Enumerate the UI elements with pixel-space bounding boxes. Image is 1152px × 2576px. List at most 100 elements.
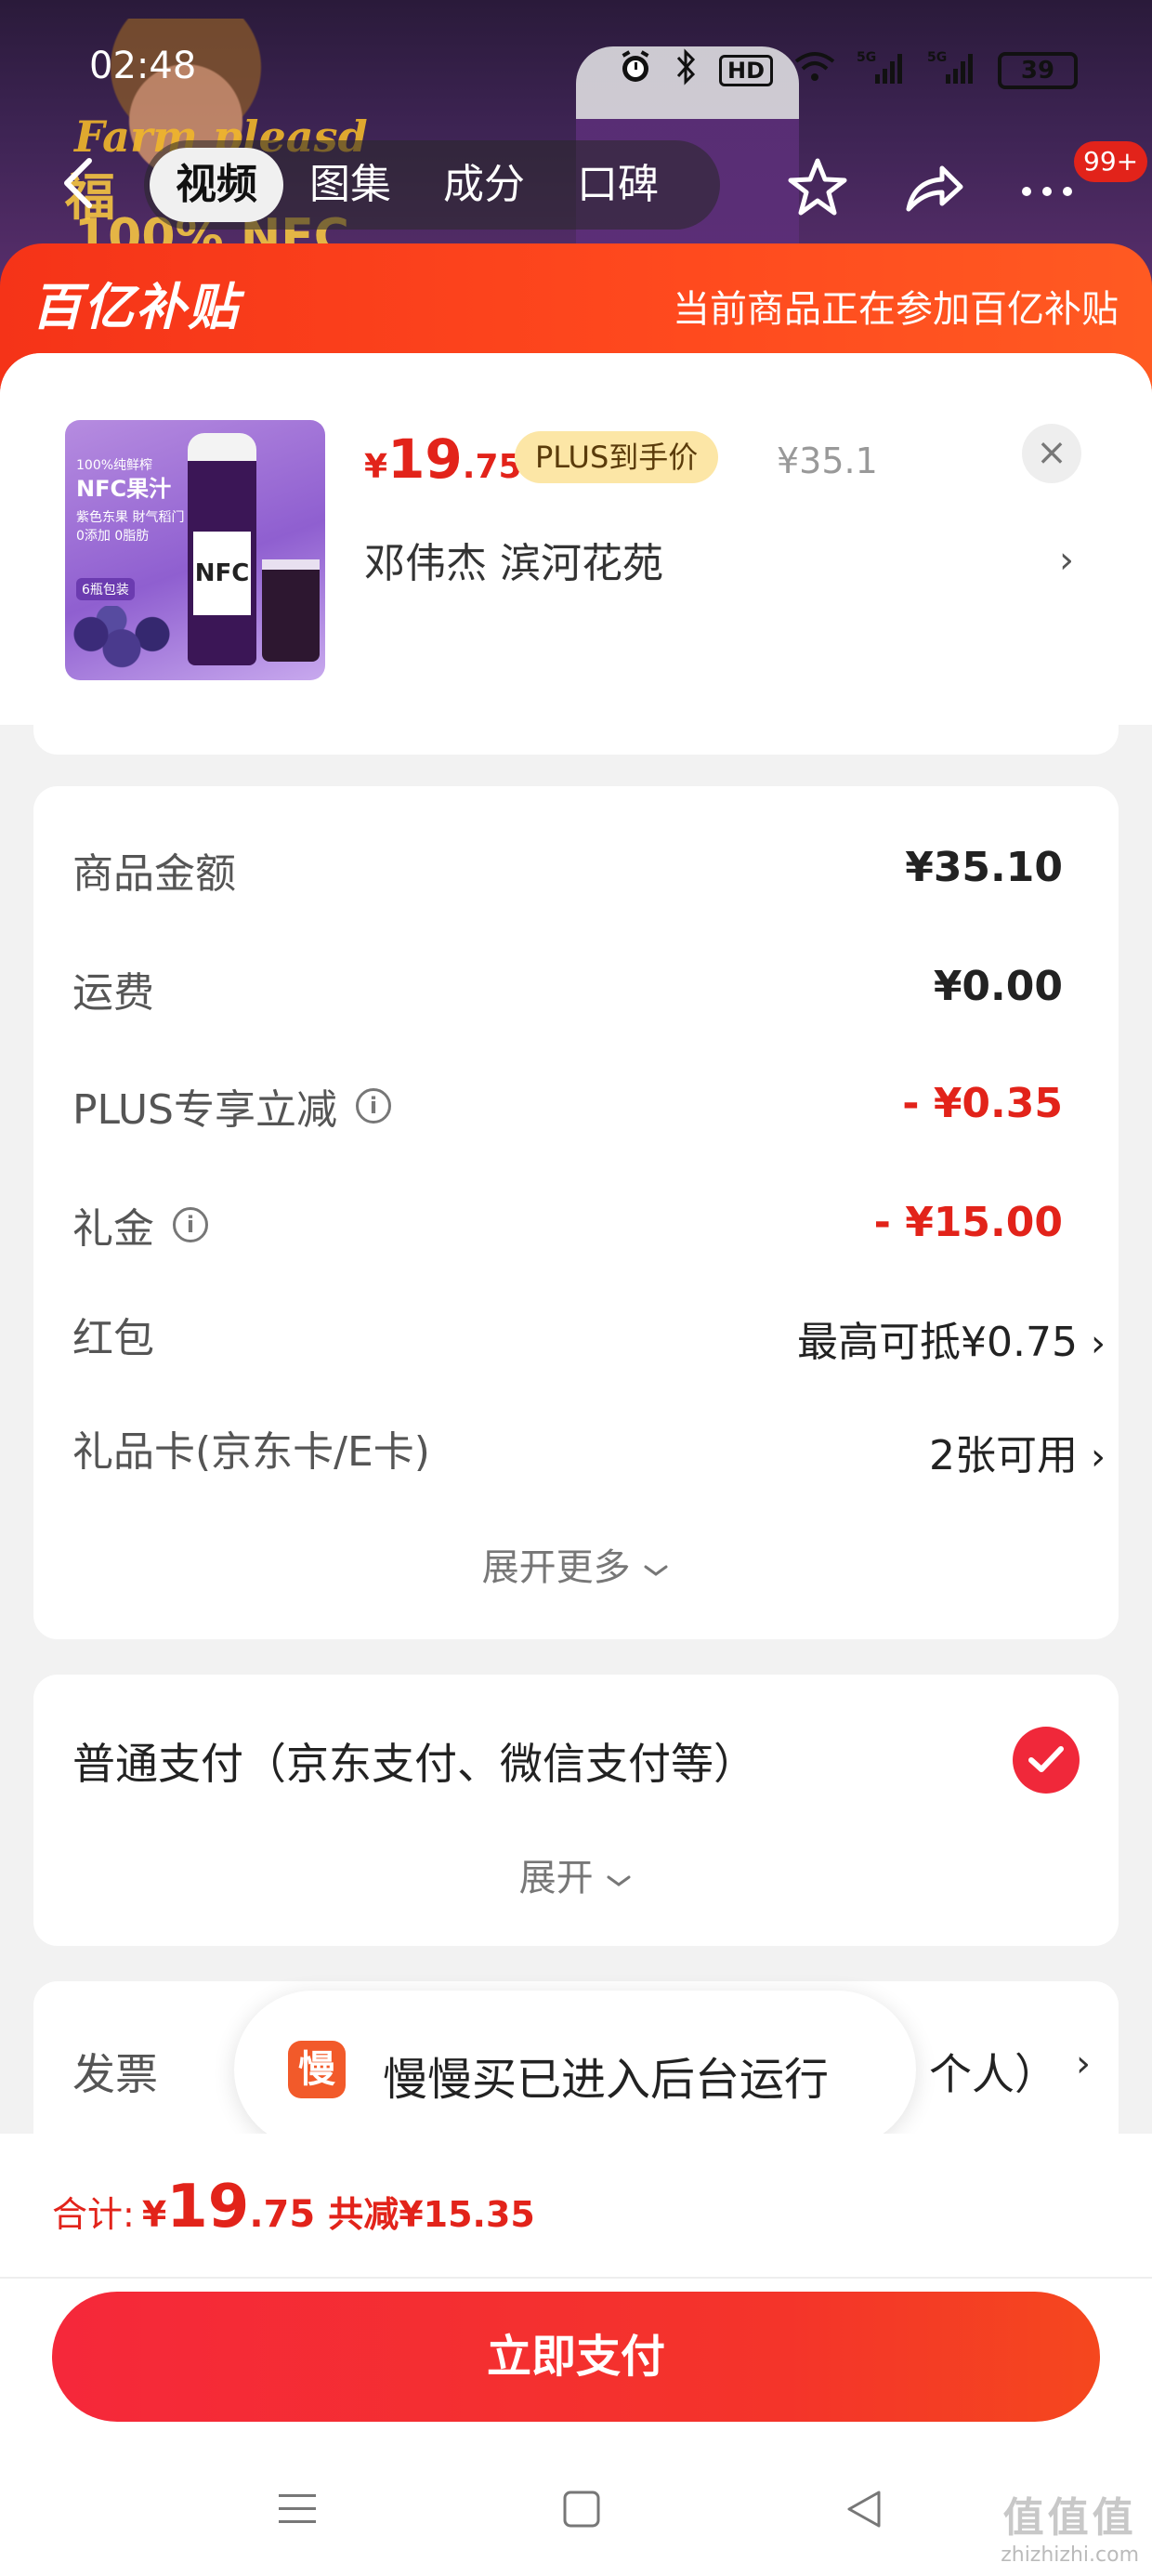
thumb-bottle-label: NFC [193, 532, 251, 615]
thumb-text-1: 100%纯鲜榨 [76, 458, 153, 473]
alarm-icon [617, 48, 654, 93]
wifi-icon [793, 50, 836, 91]
svg-text:5G: 5G [857, 50, 876, 65]
back-triangle-icon[interactable] [842, 2487, 886, 2535]
cost-label: 运费 [72, 969, 154, 1017]
cost-row-goods: 商品金额 ¥35.10 [72, 840, 1063, 905]
invoice-label: 发票 [72, 2049, 158, 2099]
invoice-value: 个人） [929, 2049, 1057, 2099]
notification-badge: 99+ [1074, 141, 1148, 182]
cost-label-with-info: PLUS专享立减 i [72, 1076, 391, 1136]
svg-text:5G: 5G [927, 50, 947, 65]
payment-method-card: 普通支付（京东支付、微信支付等） 展开 [33, 1675, 1119, 1946]
cost-label: 红包 [72, 1315, 154, 1362]
status-bar: 02:48 HD 5G 5G 39 [0, 37, 1152, 102]
cost-value: - ¥0.35 [902, 1080, 1063, 1127]
info-icon[interactable]: i [173, 1207, 208, 1242]
plus-price-tag: PLUS到手价 [515, 431, 719, 483]
total-summary: 合计: ¥ 19 .75 共减¥15.35 [52, 2173, 535, 2241]
expand-more-button[interactable]: 展开更多 [33, 1537, 1119, 1591]
total-currency: ¥ [141, 2194, 167, 2235]
tab-gallery[interactable]: 图集 [283, 148, 417, 222]
product-thumbnail[interactable]: 100%纯鲜榨 NFC果汁 紫色东果 財气稻门 0添加 0脂肪 6瓶包装 NFC [65, 420, 325, 680]
cost-details-card: 商品金额 ¥35.10 运费 ¥0.00 PLUS专享立减 i - ¥0.35 … [33, 786, 1119, 1639]
divider [0, 2277, 1152, 2279]
chevron-right-icon: › [1076, 2043, 1091, 2085]
cost-row-red-packet[interactable]: 红包 最高可抵¥0.75 › [72, 1305, 1106, 1370]
media-top-nav: 视频 图集 成分 口碑 [0, 135, 1152, 237]
system-nav-bar [0, 2468, 1152, 2561]
address-chevron-icon[interactable]: › [1059, 539, 1074, 582]
subsidy-note: 当前商品正在参加百亿补贴 [673, 288, 1119, 331]
signal-5g-icon-1: 5G [857, 48, 907, 93]
shipping-address[interactable]: 邓伟杰 滨河花苑 [364, 530, 663, 589]
cost-value-link[interactable]: 2张可用 › [929, 1422, 1106, 1481]
cost-row-gift-money: 礼金 i - ¥15.00 [72, 1195, 1063, 1260]
chevron-right-icon: › [1091, 1322, 1106, 1365]
cost-label-text: PLUS专享立减 [72, 1086, 337, 1134]
cost-value: - ¥15.00 [873, 1199, 1063, 1246]
thumb-text-4: 0添加 0脂肪 [76, 529, 150, 544]
cost-value-link[interactable]: 最高可抵¥0.75 › [797, 1308, 1106, 1368]
thumb-text-3: 紫色东果 財气稻门 [76, 510, 185, 525]
cost-value: ¥35.10 [905, 844, 1063, 891]
back-arrow-icon[interactable] [56, 155, 102, 211]
pay-now-button[interactable]: 立即支付 [52, 2292, 1100, 2422]
tab-video[interactable]: 视频 [150, 148, 283, 222]
manmanmai-app-icon: 慢 [288, 2041, 346, 2098]
toast-message: 慢慢买已进入后台运行 [383, 2054, 830, 2106]
close-button[interactable]: × [1022, 424, 1081, 483]
battery-icon: 39 [998, 52, 1078, 89]
home-square-icon[interactable] [559, 2487, 604, 2535]
cost-value: ¥0.00 [933, 963, 1063, 1010]
cost-label-with-info: 礼金 i [72, 1195, 208, 1255]
thumb-glass-image [262, 559, 320, 662]
total-integer: 19 [166, 2173, 250, 2241]
price-currency: ¥ [364, 448, 388, 486]
cost-label: 商品金额 [72, 850, 236, 898]
watermark-site: zhizhizhi.com [1001, 2543, 1139, 2567]
expand-more-label: 展开更多 [481, 1546, 631, 1589]
hd-voice-icon: HD [718, 55, 773, 86]
grapes-image [71, 606, 173, 677]
thumb-text-2: NFC果汁 [76, 476, 172, 502]
tab-reviews[interactable]: 口碑 [551, 148, 685, 222]
chevron-down-icon [644, 1565, 668, 1576]
site-watermark: 值值值 zhizhizhi.com [1001, 2484, 1139, 2567]
price-decimal: .75 [462, 448, 522, 486]
total-label: 合计: [52, 2194, 135, 2235]
media-tabs: 视频 图集 成分 口碑 [144, 140, 720, 230]
cost-row-shipping: 运费 ¥0.00 [72, 959, 1063, 1024]
checkout-bottom-bar: 合计: ¥ 19 .75 共减¥15.35 立即支付 值值值 zhizhizhi… [0, 2134, 1152, 2576]
cost-value-text: 2张可用 [929, 1432, 1078, 1479]
info-icon[interactable]: i [356, 1088, 391, 1124]
payment-expand-button[interactable]: 展开 [33, 1847, 1119, 1901]
price-integer: 19 [387, 427, 463, 491]
cost-row-gift-card[interactable]: 礼品卡(京东卡/E卡) 2张可用 › [72, 1418, 1106, 1483]
product-price: ¥ 19 .75 [364, 427, 522, 491]
background-toast: 慢 慢慢买已进入后台运行 [234, 1991, 916, 2149]
payment-method-label[interactable]: 普通支付（京东支付、微信支付等） [72, 1730, 756, 1792]
chevron-down-icon [607, 1875, 631, 1886]
tab-ingredients[interactable]: 成分 [417, 148, 551, 222]
share-icon[interactable] [901, 155, 966, 220]
recent-apps-icon[interactable] [275, 2487, 320, 2535]
total-saved: 共减¥15.35 [328, 2194, 535, 2235]
watermark-mark: 值值值 [1002, 2494, 1137, 2542]
total-decimal: .75 [249, 2193, 316, 2236]
subsidy-logo: 百亿补贴 [32, 278, 240, 336]
chevron-right-icon: › [1091, 1436, 1106, 1479]
status-icons: HD 5G 5G 39 [617, 48, 1078, 93]
cost-value-text: 最高可抵¥0.75 [797, 1319, 1078, 1366]
favorite-star-icon[interactable] [785, 155, 850, 220]
original-price: ¥35.1 [777, 440, 878, 481]
bluetooth-icon [674, 48, 699, 93]
cost-label-text: 礼金 [72, 1205, 154, 1253]
payment-expand-label: 展开 [518, 1857, 594, 1899]
selected-check-icon[interactable] [1013, 1727, 1080, 1794]
cost-label: 礼品卡(京东卡/E卡) [72, 1428, 430, 1476]
thumb-pack-tag: 6瓶包装 [76, 578, 135, 600]
signal-5g-icon-2: 5G [927, 48, 977, 93]
product-card-bottom [33, 716, 1119, 755]
cost-row-plus-discount: PLUS专享立减 i - ¥0.35 [72, 1076, 1063, 1141]
